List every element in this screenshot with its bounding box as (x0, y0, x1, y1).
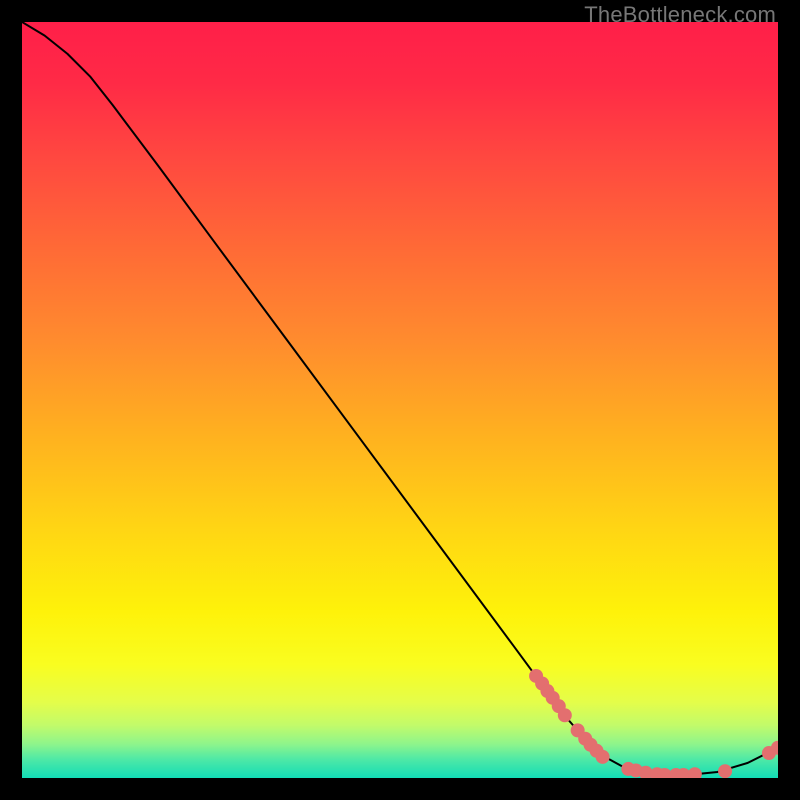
data-point (718, 764, 732, 778)
watermark-text: TheBottleneck.com (584, 2, 776, 28)
data-point (596, 750, 610, 764)
chart-svg (22, 22, 778, 778)
data-point (558, 708, 572, 722)
plot-area (22, 22, 778, 778)
chart-frame: TheBottleneck.com (0, 0, 800, 800)
